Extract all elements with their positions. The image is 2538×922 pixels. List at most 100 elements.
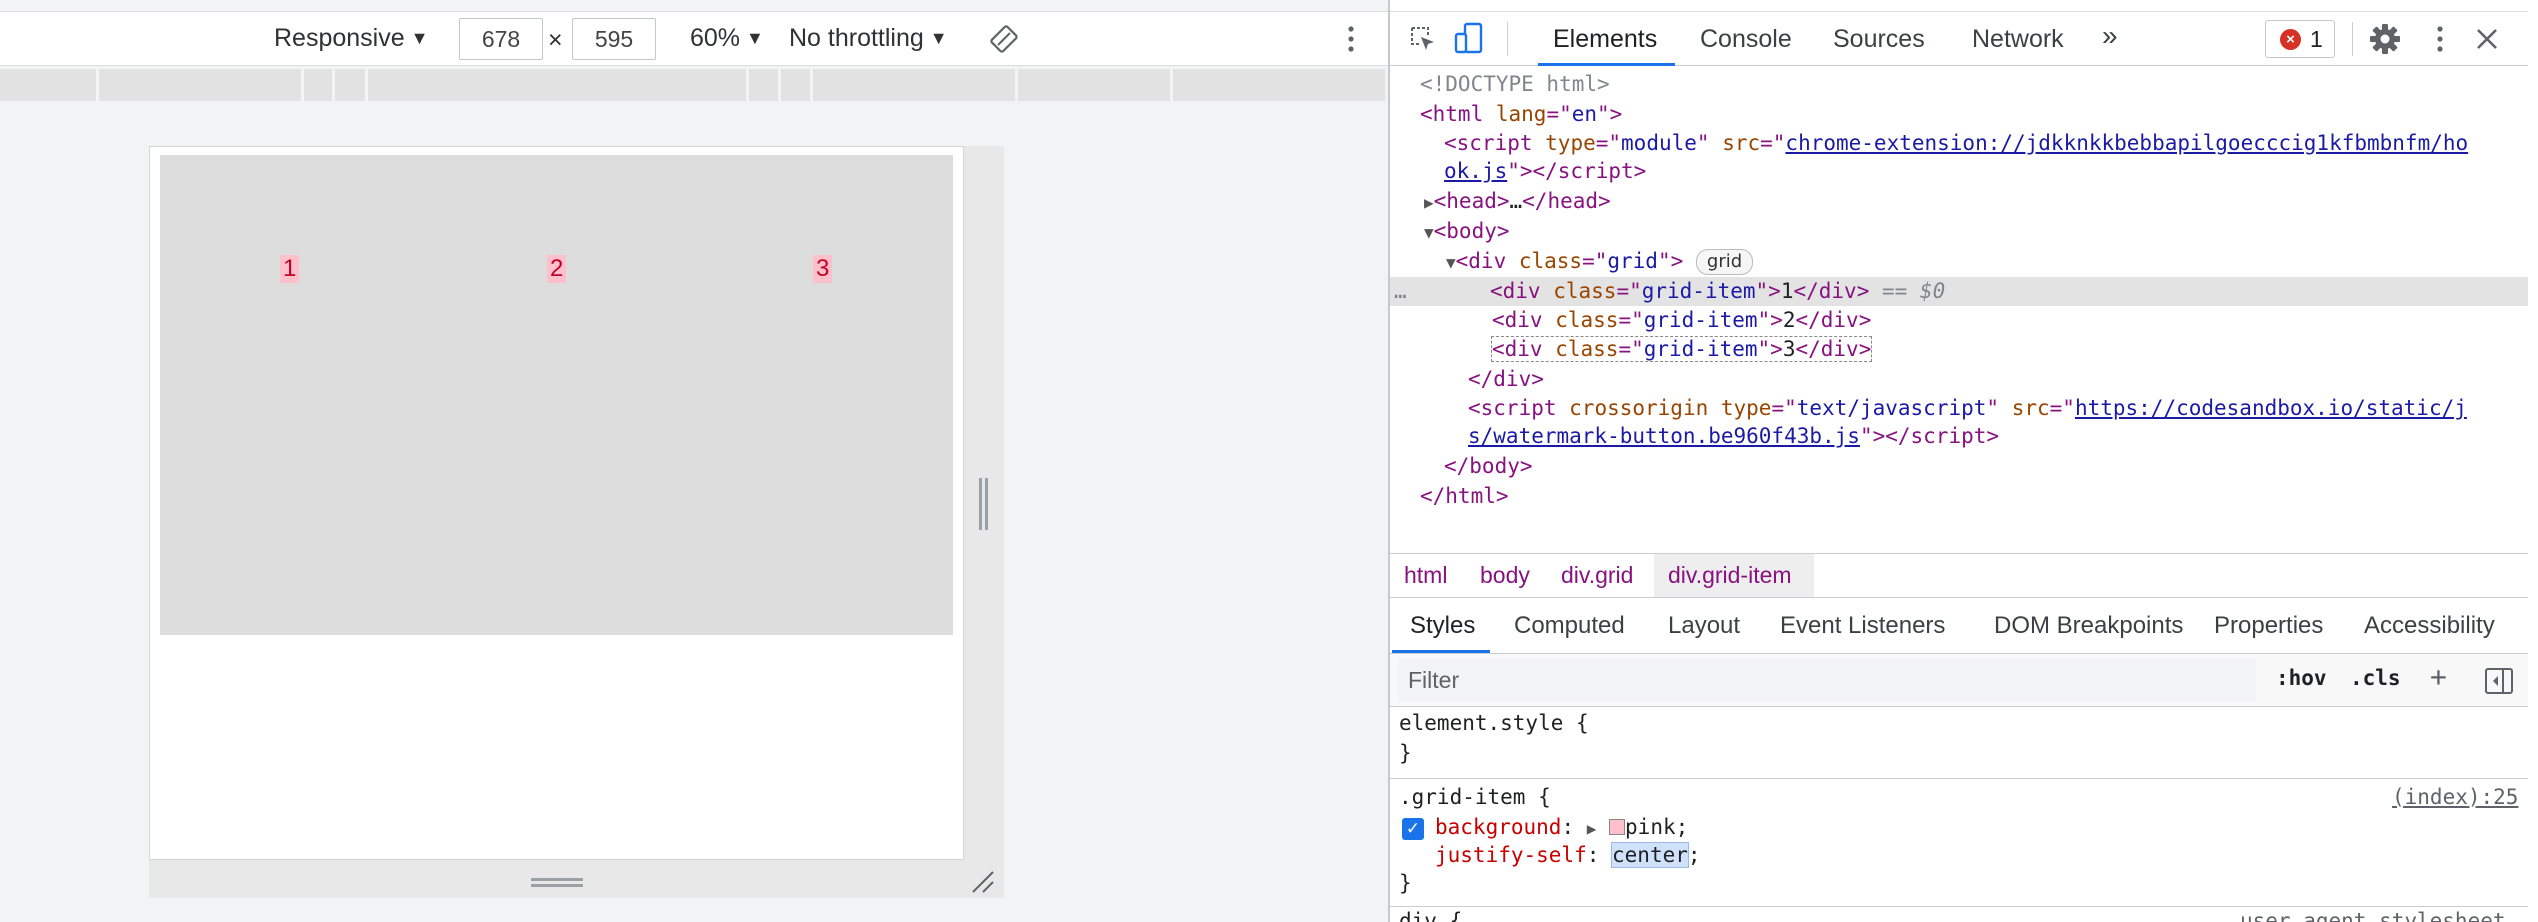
throttling-select-label: No throttling (789, 24, 924, 52)
tab-styles[interactable]: Styles (1410, 612, 1475, 640)
device-toolbar-toggle-icon[interactable] (1453, 22, 1485, 56)
hover-state-toggle[interactable]: :hov (2276, 666, 2327, 690)
script-src-link[interactable]: chrome-extension://jdkknkkbebbapilgoeccc… (1785, 131, 2468, 155)
grid-container: 1 2 3 (160, 155, 953, 635)
dom-node-div-grid[interactable]: ▼<div class="grid"> grid (1446, 247, 1754, 276)
resize-gutter-right[interactable] (964, 146, 1004, 896)
dom-node-script-extension[interactable]: <script type="module" src="chrome-extens… (1444, 129, 2468, 158)
tab-dom-breakpoints[interactable]: DOM Breakpoints (1994, 612, 2183, 640)
resize-handle-right[interactable] (979, 478, 982, 530)
ruler-tick (778, 69, 781, 101)
dom-node-body[interactable]: ▼<body> (1424, 217, 1510, 246)
resize-gutter-bottom[interactable] (149, 860, 1004, 898)
breadcrumb-div-grid-item[interactable]: div.grid-item (1668, 562, 1792, 589)
toolbar-divider (1507, 22, 1508, 56)
more-options-icon[interactable] (1341, 24, 1361, 54)
device-toolbar: Responsive ▼ 678 × 595 60% ▼ No throttling… (0, 11, 1388, 66)
dom-node-grid-item-1-selected[interactable]: … <div class="grid-item">1</div> == $0 (1390, 277, 2528, 306)
toolbar-divider (2352, 22, 2353, 56)
dom-node-html[interactable]: <html lang="en"> (1420, 100, 1622, 129)
dom-node-head[interactable]: ▶<head>…</head> (1424, 187, 1611, 216)
new-style-rule-button[interactable]: + (2430, 660, 2447, 693)
error-count: 1 (2310, 26, 2323, 52)
property-value-justify-self[interactable]: center (1611, 842, 1689, 868)
tab-elements[interactable]: Elements (1553, 25, 1657, 54)
tab-layout[interactable]: Layout (1668, 612, 1740, 640)
dom-node-script-codesandbox-cont: s/watermark-button.be960f43b.js"></scrip… (1468, 424, 2000, 448)
tab-event-listeners[interactable]: Event Listeners (1780, 612, 1945, 640)
styles-filter-input[interactable]: Filter (1398, 659, 2256, 701)
class-toggle[interactable]: .cls (2350, 666, 2401, 690)
collapse-triangle-icon[interactable]: ▼ (1446, 253, 1456, 272)
rule-source-link[interactable]: (index):25 (2392, 785, 2518, 809)
next-rule-selector[interactable]: div { (1399, 909, 1462, 922)
dom-node-html-close[interactable]: </html> (1420, 482, 1509, 511)
script-type-value: module (1621, 131, 1697, 155)
item-class-value: grid-item (1643, 337, 1758, 361)
dom-node-grid-item-3[interactable]: <div class="grid-item">3</div> (1490, 335, 1873, 364)
script-type-value: text/javascript (1796, 396, 1987, 420)
property-value-background[interactable]: pink (1625, 815, 1676, 839)
dom-tree: <!DOCTYPE html> <html lang="en"> <script… (1390, 66, 2528, 546)
device-select-label: Responsive (274, 24, 405, 52)
dom-node-script-extension-cont: ok.js"></script> (1444, 159, 1647, 183)
emulated-viewport[interactable]: 1 2 3 (149, 146, 964, 860)
ruler-tick (332, 69, 335, 101)
rotate-icon[interactable] (989, 24, 1019, 54)
property-name-justify-self[interactable]: justify-self (1435, 843, 1587, 867)
collapse-triangle-icon[interactable]: ▼ (1424, 223, 1434, 242)
dom-doctype[interactable]: <!DOCTYPE html> (1420, 70, 1610, 99)
close-icon[interactable] (2474, 26, 2500, 52)
dom-node-div-grid-close[interactable]: </div> (1468, 365, 1544, 394)
head-ellipsis: … (1509, 189, 1523, 213)
rule-divider (1390, 906, 2528, 907)
property-enabled-checkbox[interactable]: ✓ (1402, 818, 1424, 840)
script-src-link-cont[interactable]: ok.js (1444, 159, 1507, 183)
devtools-panel: Elements Console Sources Network » × 1 <… (1388, 0, 2528, 922)
dom-node-body-close[interactable]: </body> (1444, 452, 1533, 481)
script-src-link-cont[interactable]: s/watermark-button.be960f43b.js (1468, 424, 1860, 448)
node-actions-ellipsis[interactable]: … (1390, 277, 1490, 306)
dom-node-script-codesandbox[interactable]: <script crossorigin type="text/javascrip… (1468, 394, 2467, 423)
more-tabs-button[interactable]: » (2102, 20, 2118, 52)
element-style-close: } (1399, 741, 1412, 765)
inspect-element-icon[interactable] (1408, 24, 1438, 54)
media-query-ruler[interactable] (0, 69, 1385, 101)
expand-shorthand-icon[interactable]: ▶ (1587, 819, 1597, 838)
ruler-tick (1170, 69, 1173, 101)
expand-triangle-icon[interactable]: ▶ (1424, 193, 1434, 212)
zoom-select[interactable]: 60% ▼ (690, 24, 764, 53)
grid-overlay-badge[interactable]: grid (1695, 249, 1754, 275)
error-count-badge[interactable]: × 1 (2265, 20, 2335, 58)
color-swatch-icon[interactable] (1609, 819, 1626, 835)
active-tab-indicator (1392, 650, 1490, 653)
corner-resize-icon[interactable] (969, 870, 995, 894)
script-src-link[interactable]: https://codesandbox.io/static/j (2075, 396, 2467, 420)
settings-gear-icon[interactable] (2368, 22, 2402, 56)
throttling-select[interactable]: No throttling ▼ (789, 24, 948, 53)
breadcrumb-html[interactable]: html (1404, 562, 1447, 589)
resize-handle-bottom[interactable] (531, 878, 583, 881)
breadcrumb-body[interactable]: body (1480, 562, 1530, 589)
tab-sources[interactable]: Sources (1833, 25, 1925, 54)
toggle-sidebar-icon[interactable] (2484, 666, 2514, 696)
doctype-text: <!DOCTYPE html> (1420, 72, 1610, 96)
viewport-height-input[interactable]: 595 (572, 18, 656, 60)
element-style-selector[interactable]: element.style { (1399, 711, 1589, 735)
viewport-width-input[interactable]: 678 (459, 18, 543, 60)
tab-network[interactable]: Network (1972, 25, 2064, 54)
zoom-select-label: 60% (690, 24, 741, 52)
customize-devtools-icon[interactable] (2430, 24, 2450, 54)
dom-node-grid-item-2[interactable]: <div class="grid-item">2</div> (1492, 306, 1871, 335)
rule-selector[interactable]: .grid-item { (1399, 785, 1551, 809)
tab-accessibility[interactable]: Accessibility (2364, 612, 2495, 640)
breadcrumb-div-grid[interactable]: div.grid (1561, 562, 1633, 589)
item-text-2: 2 (1782, 308, 1796, 332)
device-emulation-pane: Responsive ▼ 678 × 595 60% ▼ No throttling… (0, 0, 1388, 922)
property-name-background[interactable]: background (1435, 815, 1561, 839)
device-select[interactable]: Responsive ▼ (274, 24, 428, 53)
dimension-times-label: × (548, 26, 563, 54)
tab-console[interactable]: Console (1700, 25, 1792, 54)
tab-computed[interactable]: Computed (1514, 612, 1625, 640)
tab-properties[interactable]: Properties (2214, 612, 2323, 640)
